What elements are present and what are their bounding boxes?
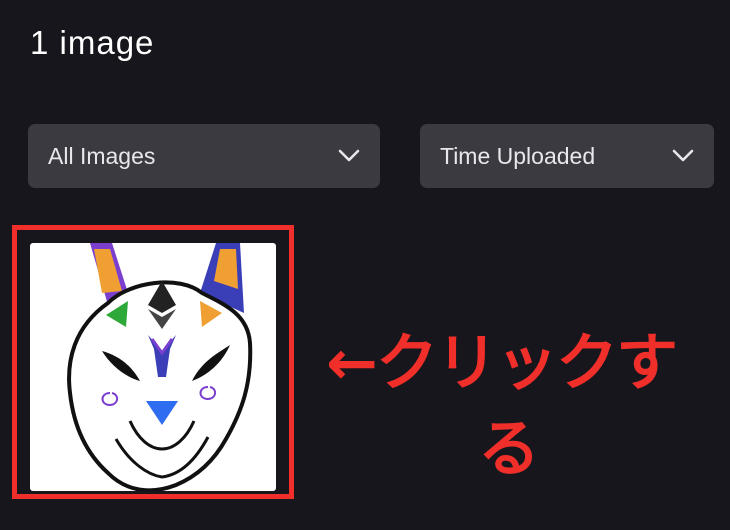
click-here-annotation-continued: る [478,412,541,485]
highlight-box [12,225,294,499]
image-thumbnail[interactable] [30,243,276,491]
image-type-dropdown[interactable]: All Images [28,124,380,188]
sort-order-dropdown[interactable]: Time Uploaded [420,124,714,188]
chevron-down-icon [672,149,694,162]
click-here-annotation: ←クリックす [326,326,678,399]
image-type-dropdown-value: All Images [48,142,156,169]
fox-mask-image [67,243,253,491]
image-count-title: 1 image [30,24,155,61]
sort-order-dropdown-value: Time Uploaded [440,142,596,169]
chevron-down-icon [338,149,360,162]
